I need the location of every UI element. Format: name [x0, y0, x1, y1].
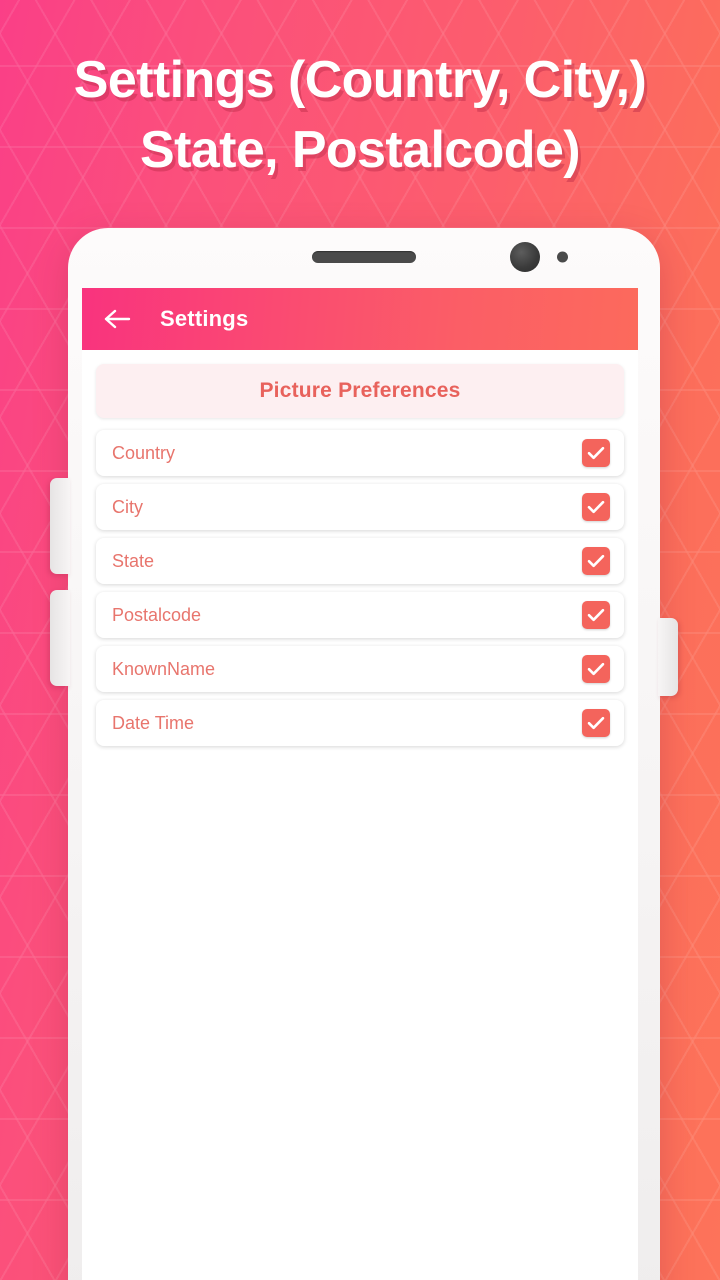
preference-row-datetime[interactable]: Date Time: [96, 700, 624, 746]
promo-headline: Settings (Country, City,) State, Postalc…: [0, 46, 720, 185]
preference-checkbox[interactable]: [582, 601, 610, 629]
preference-checkbox[interactable]: [582, 493, 610, 521]
settings-content: Picture Preferences Country City State P…: [82, 350, 638, 1280]
promo-background: Settings (Country, City,) State, Postalc…: [0, 0, 720, 1280]
preference-row-postalcode[interactable]: Postalcode: [96, 592, 624, 638]
power-button[interactable]: [658, 618, 678, 696]
preference-row-state[interactable]: State: [96, 538, 624, 584]
preference-checkbox[interactable]: [582, 655, 610, 683]
phone-screen: Settings Picture Preferences Country Cit…: [82, 288, 638, 1280]
preference-row-country[interactable]: Country: [96, 430, 624, 476]
phone-top-bezel: [68, 228, 660, 286]
preference-row-knownname[interactable]: KnownName: [96, 646, 624, 692]
app-bar: Settings: [82, 288, 638, 350]
preference-label: KnownName: [112, 658, 216, 679]
proximity-sensor-icon: [557, 251, 568, 263]
headline-line-1: Settings (Country, City,): [73, 51, 647, 109]
preference-label: Postalcode: [112, 604, 202, 625]
phone-device-mockup: Settings Picture Preferences Country Cit…: [50, 228, 678, 1280]
preference-list: Country City State Postalcode KnownName …: [96, 430, 624, 746]
app-bar-title: Settings: [160, 306, 249, 331]
section-header-card: Picture Preferences: [96, 364, 624, 418]
preference-checkbox[interactable]: [582, 709, 610, 737]
preference-label: Date Time: [112, 712, 195, 733]
preference-row-city[interactable]: City: [96, 484, 624, 530]
preference-checkbox[interactable]: [582, 439, 610, 467]
preference-label: State: [112, 550, 155, 571]
preference-checkbox[interactable]: [582, 547, 610, 575]
section-header-title: Picture Preferences: [259, 379, 461, 402]
headline-line-2: State, Postalcode): [140, 120, 581, 179]
preference-label: City: [112, 496, 143, 517]
volume-up-button[interactable]: [50, 478, 70, 574]
front-camera-icon: [510, 242, 540, 272]
speaker-grille-icon: [312, 251, 416, 263]
back-arrow-icon[interactable]: [100, 302, 134, 336]
volume-down-button[interactable]: [50, 590, 70, 686]
preference-label: Country: [112, 442, 176, 463]
